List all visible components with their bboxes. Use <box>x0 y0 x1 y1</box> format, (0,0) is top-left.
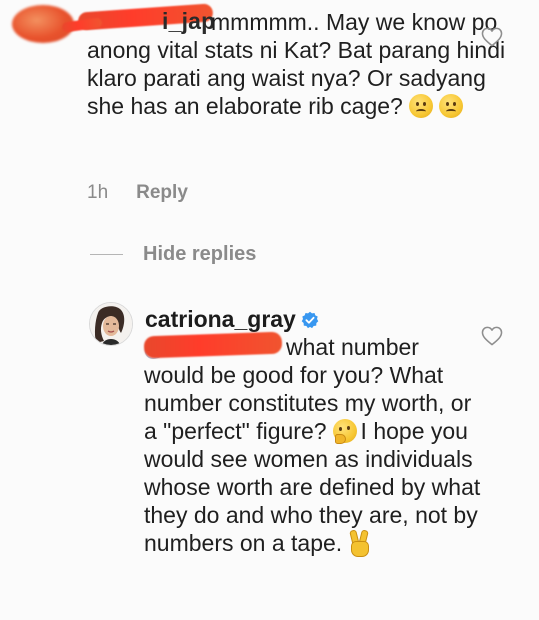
profile-photo-icon <box>90 303 132 345</box>
divider-line <box>90 254 123 255</box>
frowning-face-icon <box>408 94 433 118</box>
frowning-face-icon <box>438 94 463 118</box>
avatar[interactable] <box>89 302 133 346</box>
comment-meta: 1h Reply <box>87 182 188 204</box>
comment-text: mmmmm.. May we know po anong vital stats… <box>87 8 507 120</box>
thinking-face-icon <box>332 419 357 444</box>
username-label: catriona_gray <box>145 306 296 332</box>
verified-badge-icon <box>301 311 319 328</box>
comment-text: what number would be good for you? What … <box>144 333 484 557</box>
comment-timestamp: 1h <box>87 182 109 203</box>
heart-outline-icon[interactable] <box>481 27 503 47</box>
reply-button[interactable]: Reply <box>136 182 188 204</box>
hide-replies-label: Hide replies <box>143 243 257 265</box>
victory-hand-icon <box>348 529 370 557</box>
heart-outline-icon[interactable] <box>481 326 503 346</box>
comment-username[interactable]: catriona_gray <box>145 306 319 333</box>
hide-replies-toggle[interactable]: Hide replies <box>90 243 256 266</box>
